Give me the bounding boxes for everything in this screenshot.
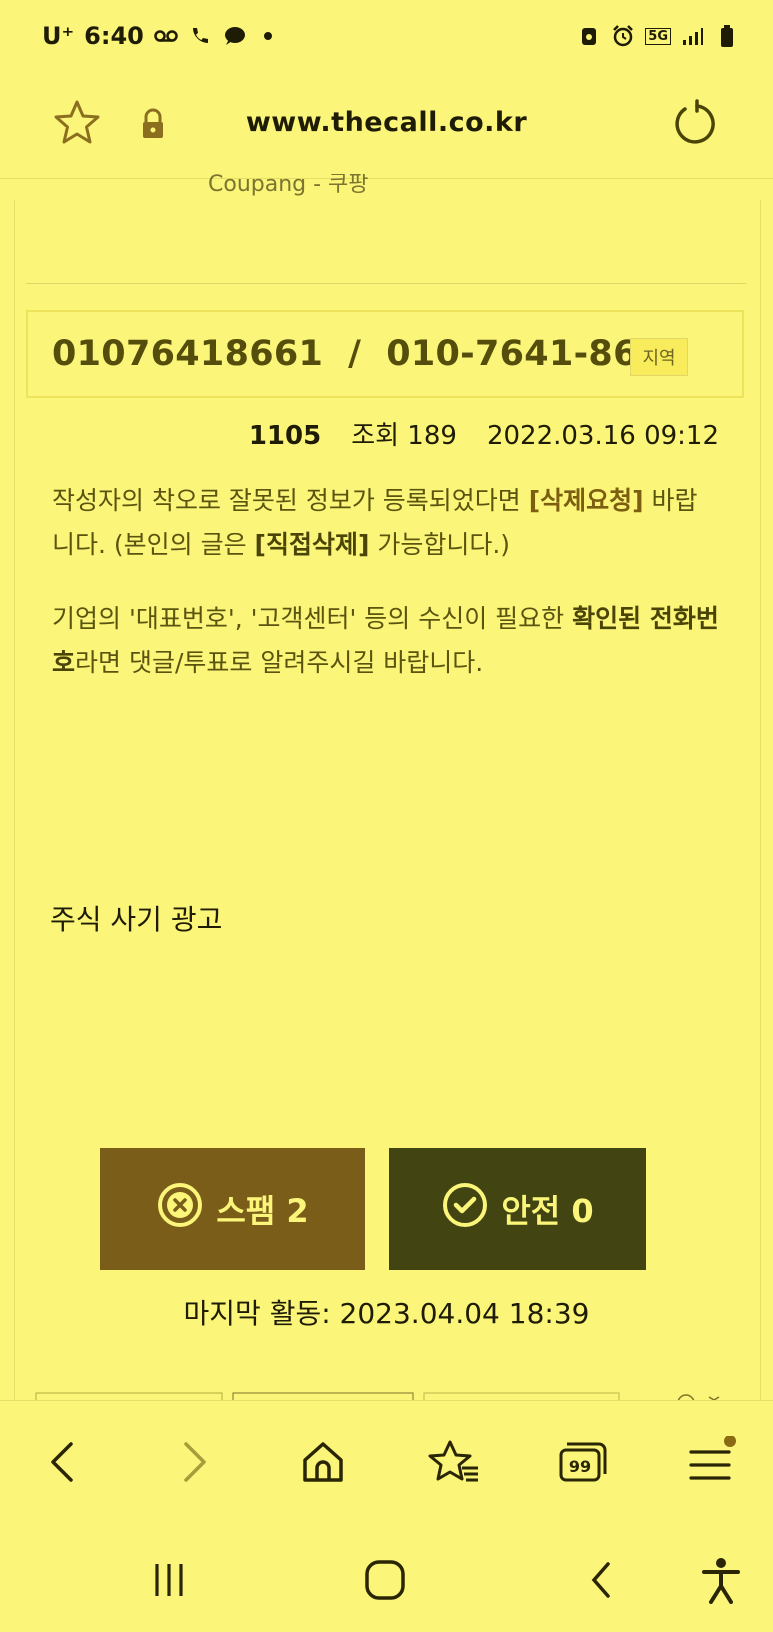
spam-vote-button[interactable]: 스팸 2	[100, 1148, 365, 1270]
battery-icon	[715, 24, 739, 48]
post-content: 주식 사기 광고	[50, 903, 223, 936]
system-back-icon[interactable]	[566, 1550, 636, 1610]
recent-apps-icon[interactable]	[134, 1550, 204, 1610]
direct-delete-link[interactable]: [직접삭제]	[255, 530, 370, 559]
bookmarks-star-icon[interactable]	[424, 1432, 484, 1492]
safe-vote-button[interactable]: 안전 0	[389, 1148, 646, 1270]
check-circle-icon	[441, 1181, 489, 1237]
svg-text:99: 99	[569, 1457, 591, 1476]
spam-vote-label: 스팸 2	[216, 1192, 309, 1230]
alarm-icon	[611, 24, 635, 48]
notice-text: 작성자의 착오로 잘못된 정보가 등록되었다면	[52, 486, 529, 515]
view-count: 조회 189	[351, 421, 457, 451]
menu-icon[interactable]	[680, 1432, 740, 1492]
post-number: 1105	[248, 421, 322, 451]
refresh-icon[interactable]	[670, 98, 720, 148]
tabs-icon[interactable]: 99	[553, 1432, 613, 1492]
notice-delete: 작성자의 착오로 잘못된 정보가 등록되었다면 [삭제요청] 바랍니다. (본인…	[52, 479, 720, 567]
browser-bottom-nav	[0, 1400, 773, 1526]
ad-strip[interactable]	[26, 1388, 746, 1412]
voicemail-icon	[154, 24, 178, 48]
url-text[interactable]: www.thecall.co.kr	[0, 107, 773, 138]
battery-saver-icon	[577, 24, 601, 48]
notice-verified: 기업의 '대표번호', '고객센터' 등의 수신이 필요한 확인된 전화번호라면…	[52, 597, 720, 685]
dot-icon	[256, 24, 280, 48]
clock: 6:40	[84, 22, 144, 50]
system-home-icon[interactable]	[350, 1550, 420, 1610]
safe-vote-label: 안전 0	[501, 1192, 594, 1230]
last-activity: 마지막 활동: 2023.04.04 18:39	[183, 1297, 590, 1330]
phone-number: 01076418661 / 010-7641-8661	[52, 334, 688, 374]
signal-icon	[681, 24, 705, 48]
status-left: U⁺ 6:40	[42, 22, 280, 50]
chat-bubble-icon	[222, 24, 246, 48]
notice-text: 기업의 '대표번호', '고객센터' 등의 수신이 필요한	[52, 604, 573, 633]
back-icon[interactable]	[32, 1432, 92, 1492]
call-icon	[188, 24, 212, 48]
notice-text: 라면 댓글/투표로 알려주시길 바랍니다.	[75, 648, 484, 677]
x-circle-icon	[156, 1181, 204, 1237]
home-icon[interactable]	[293, 1432, 353, 1492]
divider	[26, 283, 746, 284]
accessibility-icon[interactable]	[686, 1550, 756, 1610]
notice-text: 가능합니다.)	[369, 530, 511, 559]
network-type: 5G	[645, 27, 671, 45]
post-date: 2022.03.16 09:12	[486, 421, 719, 451]
status-right: 5G	[577, 24, 739, 48]
delete-request-link[interactable]: [삭제요청]	[529, 486, 644, 515]
region-tag[interactable]: 지역	[630, 338, 688, 376]
post-meta: 1105 조회 189 2022.03.16 09:12	[249, 415, 719, 452]
carrier-label: U⁺	[42, 22, 75, 50]
forward-icon[interactable]	[165, 1432, 225, 1492]
